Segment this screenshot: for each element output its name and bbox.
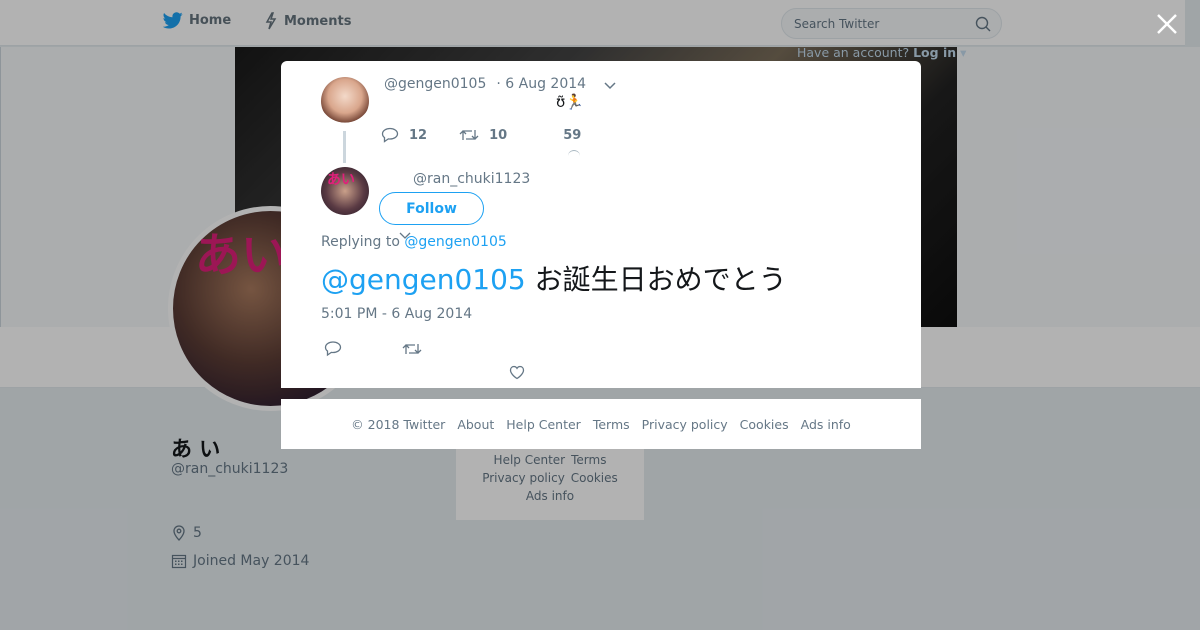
retweet-icon [459,130,479,140]
caret-down-icon[interactable]: ▾ [960,45,966,60]
parent-tweet-header: @gengen0105 · 6 Aug 2014 [384,76,586,92]
like-action[interactable]: 59 [563,128,581,143]
footer-link-about[interactable]: About [457,417,494,432]
reply-icon[interactable] [323,339,343,359]
follow-button[interactable]: Follow [379,192,484,225]
account-prompt: Have an account? [797,45,910,60]
avatar-overlay-text: あい [327,172,355,188]
footer-link-terms[interactable]: Terms [593,417,630,432]
login-link[interactable]: Log in [913,45,956,60]
tweet-text: @gengen0105 お誕生日おめでとう [321,258,787,298]
retweet-action[interactable]: 10 [459,127,507,143]
reply-icon [381,127,399,143]
tweet-author-avatar[interactable]: あい [321,167,369,215]
parent-tweet-handle[interactable]: @gengen0105 [384,76,486,92]
footer-link-cookies[interactable]: Cookies [740,417,789,432]
account-login-line: Have an account? Log in ▾ [797,45,966,60]
retweet-count: 10 [489,127,508,143]
footer-link-ads-info[interactable]: Ads info [801,417,851,432]
heart-icon[interactable] [568,150,580,158]
footer-link-help-center[interactable]: Help Center [506,417,581,432]
tweet-timestamp[interactable]: 5:01 PM - 6 Aug 2014 [321,306,472,322]
close-icon[interactable] [1154,11,1180,37]
parent-tweet-date[interactable]: · 6 Aug 2014 [496,76,586,92]
replying-to: Replying to @gengen0105 [321,234,507,250]
tweet-body: お誕生日おめでとう [534,263,787,296]
modal-footer: © 2018 Twitter About Help Center Terms P… [281,399,921,449]
thread-connector [343,131,346,163]
footer-copyright: © 2018 Twitter [351,416,446,432]
tweet-mention-link[interactable]: @gengen0105 [321,263,526,296]
replying-to-prefix: Replying to [321,234,400,250]
heart-icon[interactable] [507,362,527,382]
chevron-down-icon[interactable] [603,79,617,93]
footer-link-privacy[interactable]: Privacy policy [642,417,728,432]
retweet-icon[interactable] [402,339,422,359]
like-count: 59 [563,127,582,143]
parent-tweet-actions: 12 10 59 [381,127,581,143]
parent-tweet-text: ʊ̃🏃 [556,93,584,111]
reply-count: 12 [409,127,428,143]
reply-action[interactable]: 12 [381,127,427,143]
tweet-permalink-modal: @gengen0105 · 6 Aug 2014 ʊ̃🏃 12 10 59 あい… [281,61,921,388]
parent-tweet-avatar[interactable] [321,77,369,125]
replying-to-link[interactable]: @gengen0105 [404,234,506,250]
tweet-author-handle[interactable]: @ran_chuki1123 [413,171,530,187]
